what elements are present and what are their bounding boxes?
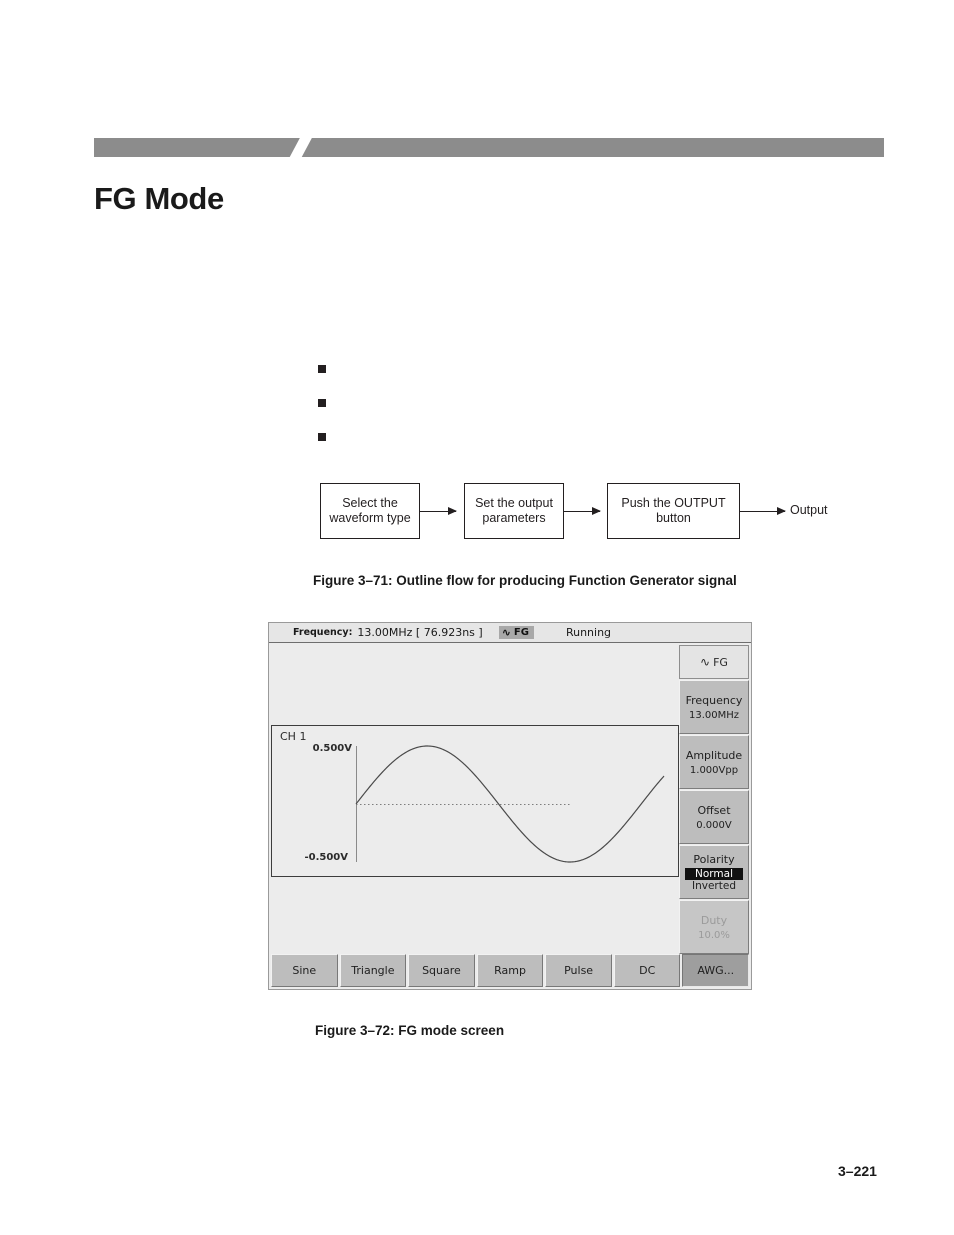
status-run-state: Running	[565, 626, 612, 639]
sine-waveform-trace	[355, 745, 665, 863]
flow-step-push-output: Push the OUTPUT button	[607, 483, 740, 539]
flow-step-line2: parameters	[482, 511, 546, 525]
section-header-rule	[94, 138, 884, 157]
flow-step-line2: button	[656, 511, 691, 525]
waveform-button-square[interactable]: Square	[408, 954, 475, 987]
menu-item-polarity[interactable]: Polarity Normal Inverted	[679, 845, 749, 899]
waveform-icon: ∿	[700, 655, 711, 669]
status-bar: Frequency: 13.00MHz [ 76.923ns ] ∿ FG Ru…	[269, 623, 751, 643]
page-title: FG Mode	[94, 180, 224, 216]
bullet-list	[318, 362, 838, 464]
side-menu: ∿ FG Frequency 13.00MHz Amplitude 1.000V…	[679, 645, 749, 954]
menu-item-value: 1.000Vpp	[689, 764, 739, 776]
fg-mode-screen: Frequency: 13.00MHz [ 76.923ns ] ∿ FG Ru…	[268, 622, 752, 990]
square-bullet-icon	[318, 399, 326, 407]
flow-output-label: Output	[790, 503, 828, 517]
flow-step-line2: waveform type	[329, 511, 411, 525]
flow-step-line1: Set the output	[475, 496, 553, 510]
square-bullet-icon	[318, 365, 326, 373]
flow-arrow-icon	[564, 505, 601, 518]
waveform-button-ramp[interactable]: Ramp	[476, 954, 544, 987]
waveform-icon: ∿	[501, 626, 511, 639]
status-badge-fg-mode: ∿ FG	[498, 626, 534, 639]
flow-step-line1: Push the OUTPUT	[621, 496, 726, 510]
waveform-button-dc[interactable]: DC	[613, 954, 681, 987]
menu-item-value: 10.0%	[698, 929, 730, 941]
waveform-button-sine[interactable]: Sine	[271, 954, 338, 987]
polarity-option-inverted[interactable]: Inverted	[685, 880, 743, 892]
waveform-button-triangle[interactable]: Triangle	[339, 954, 407, 987]
header-rule-slash	[284, 138, 316, 157]
waveform-button-pulse[interactable]: Pulse	[545, 954, 612, 987]
status-frequency-value: 13.00MHz [ 76.923ns ]	[357, 626, 483, 639]
flow-step-line1: Select the	[342, 496, 398, 510]
menu-item-value: 13.00MHz	[688, 709, 740, 721]
figure-caption-3-71: Figure 3–71: Outline flow for producing …	[313, 573, 737, 588]
page-number: 3–221	[838, 1163, 877, 1179]
menu-item-label: Polarity	[693, 852, 735, 866]
menu-item-value: 0.000V	[696, 819, 732, 831]
square-bullet-icon	[318, 433, 326, 441]
side-menu-header-label: FG	[713, 655, 728, 669]
list-item	[318, 396, 838, 430]
polarity-option-normal[interactable]: Normal	[685, 867, 743, 880]
status-frequency-label: Frequency:	[293, 627, 353, 638]
side-menu-header: ∿ FG	[679, 645, 749, 679]
waveform-button-bar: Sine Triangle Square Ramp Pulse DC AWG..…	[271, 954, 750, 987]
list-item	[318, 430, 838, 464]
menu-item-amplitude[interactable]: Amplitude 1.000Vpp	[679, 735, 749, 789]
flow-step-select-waveform: Select the waveform type	[320, 483, 420, 539]
menu-item-frequency[interactable]: Frequency 13.00MHz	[679, 680, 749, 734]
waveform-display[interactable]: CH 1 0.500V -0.500V	[271, 725, 679, 877]
flow-arrow-icon	[740, 505, 786, 518]
list-item	[318, 362, 838, 396]
figure-caption-3-72: Figure 3–72: FG mode screen	[315, 1023, 505, 1038]
menu-item-label: Offset	[697, 803, 731, 817]
flow-arrow-icon	[420, 505, 457, 518]
menu-item-label: Frequency	[685, 693, 743, 707]
flow-step-set-parameters: Set the output parameters	[464, 483, 564, 539]
menu-item-label: Amplitude	[685, 748, 743, 762]
flow-diagram: Select the waveform type Set the output …	[320, 483, 840, 541]
menu-item-label: Duty	[700, 913, 728, 927]
waveform-button-awg[interactable]: AWG...	[682, 954, 750, 987]
status-badge-label: FG	[513, 627, 529, 638]
menu-item-offset[interactable]: Offset 0.000V	[679, 790, 749, 844]
menu-item-duty: Duty 10.0%	[679, 900, 749, 954]
